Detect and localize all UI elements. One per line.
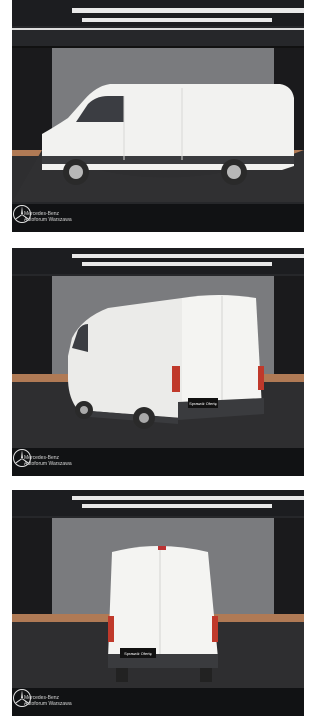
gallery-photo-rear-three-quarter[interactable]: Sprawdź Ofertę Mercedes-Benz Autoforum W… <box>12 248 304 476</box>
dealer-footer: Mercedes-Benz Autoforum Warszawa <box>12 204 304 232</box>
mercedes-star-icon <box>13 689 31 707</box>
mercedes-star-icon <box>13 205 31 223</box>
van-rear-three-quarter-photo: Sprawdź Ofertę <box>12 248 304 476</box>
van-side-photo <box>12 0 304 232</box>
gallery-photo-rear[interactable]: Sprawdź Ofertę Mercedes-Benz Autoforum W… <box>12 490 304 716</box>
plate-text: Sprawdź Ofertę <box>124 651 153 656</box>
van-rear-photo: Sprawdź Ofertę <box>12 490 304 716</box>
gallery-photo-side[interactable]: Mercedes-Benz Autoforum Warszawa <box>12 0 304 232</box>
dealer-footer: Mercedes-Benz Autoforum Warszawa <box>12 688 304 716</box>
mercedes-star-icon <box>13 449 31 467</box>
plate-text: Sprawdź Ofertę <box>189 401 218 406</box>
dealer-footer: Mercedes-Benz Autoforum Warszawa <box>12 448 304 476</box>
